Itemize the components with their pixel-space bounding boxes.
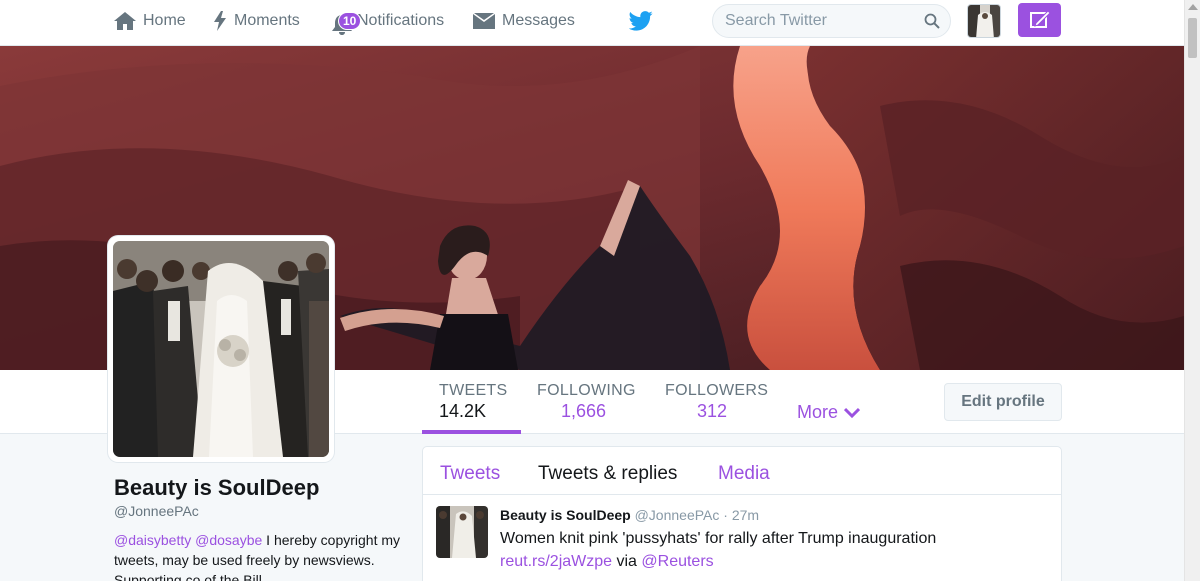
compose-icon xyxy=(1029,10,1051,28)
tab-media[interactable]: Media xyxy=(718,463,770,485)
nav-messages-label: Messages xyxy=(502,12,575,29)
messages-icon xyxy=(473,13,495,29)
tweet-header: Beauty is SoulDeep @JonneePAc · 27m xyxy=(500,507,759,523)
tweet-body: Women knit pink 'pussyhats' for rally af… xyxy=(500,527,1040,573)
stat-followers[interactable]: FOLLOWERS 312 xyxy=(665,382,768,422)
nav-notifications[interactable]: 10 Notifications xyxy=(330,0,444,42)
tweet-timestamp[interactable]: 27m xyxy=(732,507,759,523)
compose-tweet-button[interactable] xyxy=(1018,3,1061,37)
home-icon xyxy=(114,12,136,30)
active-stat-indicator xyxy=(422,430,521,434)
stat-following-value: 1,666 xyxy=(561,401,607,421)
stat-tweets-value: 14.2K xyxy=(439,401,487,421)
twitter-bird-icon[interactable] xyxy=(629,10,653,32)
scroll-up-arrow[interactable] xyxy=(1188,4,1198,10)
nav-home[interactable]: Home xyxy=(113,0,186,42)
stat-tweets-label: TWEETS xyxy=(439,382,508,399)
stat-followers-label: FOLLOWERS xyxy=(665,382,769,399)
tweet-author-handle[interactable]: @JonneePAc xyxy=(635,507,720,523)
search-box xyxy=(712,4,951,38)
stat-followers-value: 312 xyxy=(697,401,728,421)
scroll-thumb[interactable] xyxy=(1188,18,1197,58)
tab-tweets[interactable]: Tweets xyxy=(440,463,500,485)
nav-moments-label: Moments xyxy=(234,12,300,29)
profile-name: Beauty is SoulDeep xyxy=(114,475,320,500)
tweet-text: Women knit pink 'pussyhats' for rally af… xyxy=(500,530,937,547)
timeline: Tweets Tweets & replies Media Beauty is … xyxy=(422,446,1062,581)
stat-following[interactable]: FOLLOWING 1,666 xyxy=(537,382,636,422)
nav-messages[interactable]: Messages xyxy=(472,0,575,42)
avatar-photo xyxy=(113,241,329,457)
nav-moments[interactable]: Moments xyxy=(212,0,300,42)
search-icon[interactable] xyxy=(924,13,940,29)
timeline-tabs: Tweets Tweets & replies Media xyxy=(423,447,1061,495)
tweet-link[interactable]: reut.rs/2jaWzpe xyxy=(500,553,612,570)
more-menu[interactable]: More xyxy=(797,402,861,423)
avatar-photo-thumb xyxy=(968,5,1000,37)
page-scrollbar[interactable] xyxy=(1184,0,1200,581)
tweet-avatar[interactable] xyxy=(436,506,488,558)
bio-mention-2[interactable]: @dosaybe xyxy=(195,532,262,548)
account-avatar[interactable] xyxy=(967,4,1001,38)
bio-mention-1[interactable]: @daisybetty xyxy=(114,532,191,548)
nav-notifications-label: Notifications xyxy=(357,12,445,29)
tab-tweets-replies[interactable]: Tweets & replies xyxy=(538,463,677,485)
stat-tweets[interactable]: TWEETS 14.2K xyxy=(439,382,507,422)
profile-bio: @daisybetty @dosaybe I hereby copyright … xyxy=(114,530,404,581)
edit-profile-button[interactable]: Edit profile xyxy=(944,383,1062,421)
search-input[interactable] xyxy=(725,11,915,31)
tweet-separator: · xyxy=(719,507,732,523)
more-label: More xyxy=(797,402,839,422)
nav-home-label: Home xyxy=(143,12,186,29)
tweet-via: via xyxy=(612,553,642,570)
moments-icon xyxy=(214,11,226,31)
stat-following-label: FOLLOWING xyxy=(537,382,636,399)
notifications-badge: 10 xyxy=(338,12,362,30)
chevron-down-icon xyxy=(844,407,861,418)
profile-handle[interactable]: @JonneePAc xyxy=(114,503,199,519)
tweet-item[interactable]: Beauty is SoulDeep @JonneePAc · 27m Wome… xyxy=(423,495,1061,581)
tweet-author-name[interactable]: Beauty is SoulDeep xyxy=(500,507,631,523)
top-navigation: Home Moments 10 Notifications Messages xyxy=(0,0,1200,46)
tweet-via-mention[interactable]: @Reuters xyxy=(641,553,713,570)
profile-avatar[interactable] xyxy=(108,236,334,462)
tweet-avatar-photo xyxy=(436,506,488,558)
